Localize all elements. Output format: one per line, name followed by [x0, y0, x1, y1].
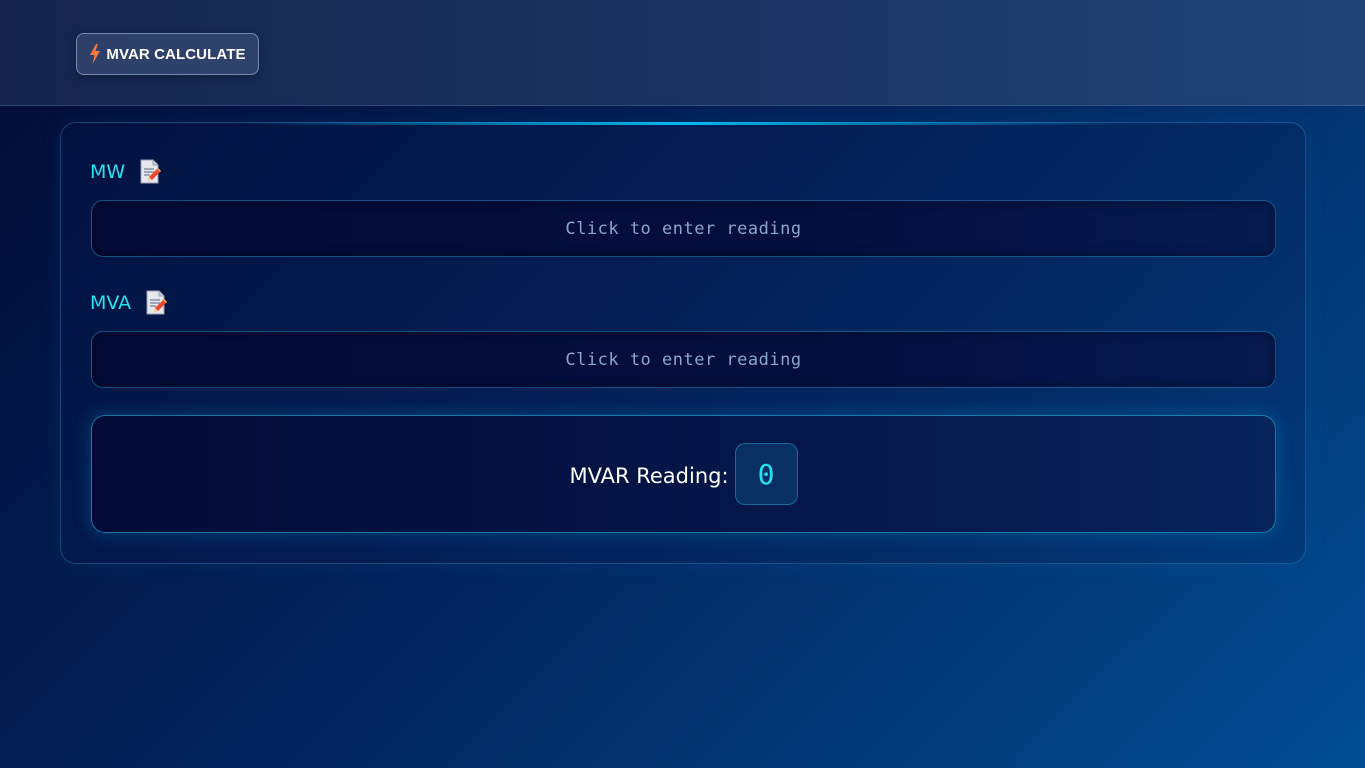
- mw-label-row: MW: [90, 159, 162, 185]
- mw-label: MW: [90, 161, 126, 183]
- mva-input[interactable]: Click to enter reading: [91, 331, 1276, 388]
- mw-input[interactable]: Click to enter reading: [91, 200, 1276, 257]
- mvar-calculate-label: MVAR CALCULATE: [106, 45, 246, 63]
- mva-label: MVA: [90, 292, 132, 314]
- mva-label-row: MVA: [90, 290, 168, 316]
- edit-document-icon: [146, 290, 168, 315]
- edit-document-icon: [140, 159, 162, 184]
- mvar-calculate-button[interactable]: MVAR CALCULATE: [76, 33, 259, 75]
- top-bar: MVAR CALCULATE: [0, 0, 1365, 106]
- mvar-reading-value: 0: [734, 443, 798, 505]
- mvar-result-box: MVAR Reading: 0: [91, 415, 1276, 533]
- mvar-reading-label: MVAR Reading:: [569, 464, 729, 488]
- lightning-bolt-icon: [90, 44, 101, 64]
- panel-top-glow: [241, 122, 1127, 125]
- calculator-panel: MW Click to enter reading MVA Click to e…: [60, 122, 1306, 564]
